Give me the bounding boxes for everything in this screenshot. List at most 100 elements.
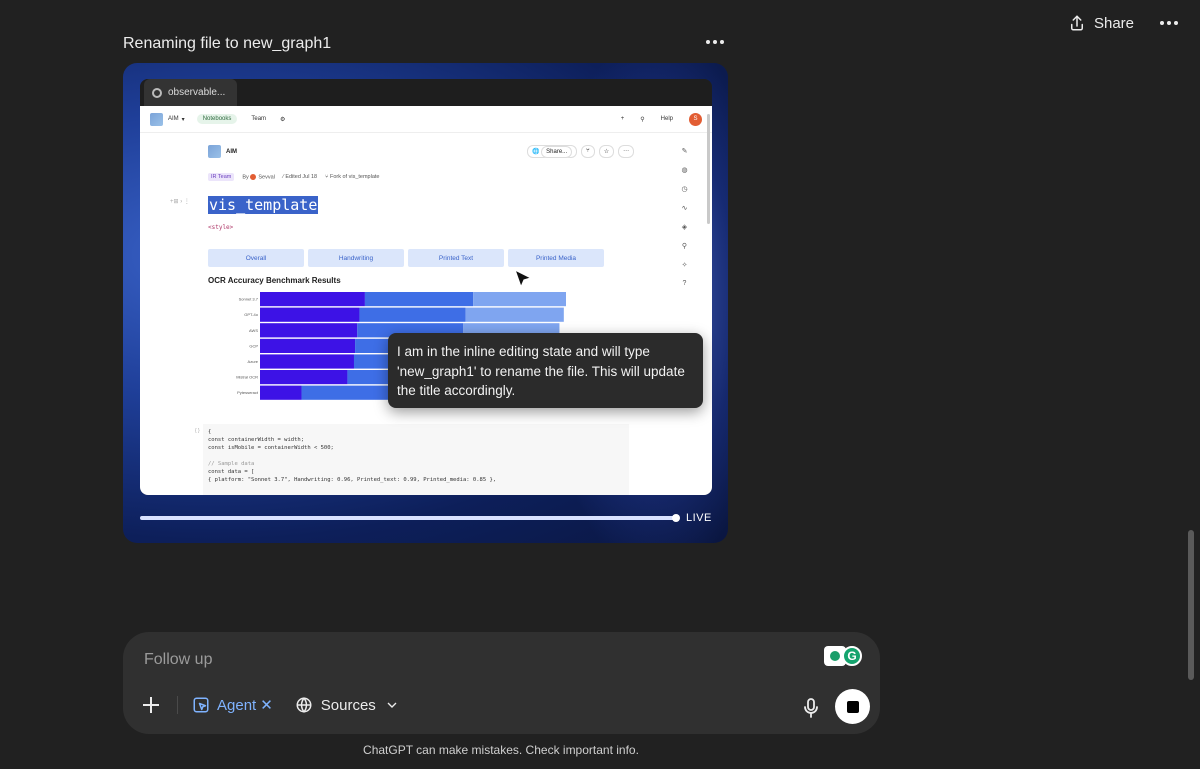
share-label: Share	[1093, 14, 1134, 32]
filter-tab-printed-media[interactable]: Printed Media	[508, 249, 604, 267]
notebook-header: AIM	[208, 145, 237, 158]
share-button[interactable]: Share	[1068, 14, 1134, 32]
live-progress-bar[interactable]	[140, 514, 680, 522]
search-icon[interactable]: ⚲	[640, 116, 644, 123]
author-line: By Sevval	[242, 173, 275, 181]
sources-dropdown[interactable]: Sources	[295, 696, 400, 714]
pin-icon[interactable]: ✎	[680, 146, 689, 155]
notebook-logo-icon	[208, 145, 221, 158]
chart-bar-segment[interactable]	[260, 292, 365, 307]
help-link[interactable]: Help	[661, 116, 673, 122]
page-scrollbar[interactable]	[1188, 530, 1194, 680]
app-brand[interactable]: AIM	[168, 116, 179, 122]
code-line: const isMobile = containerWidth < 500;	[208, 445, 334, 451]
stop-icon	[846, 700, 859, 713]
live-browser-card: observable... AIM ▾ Notebooks Team ⚙ + ⚲…	[123, 63, 728, 543]
notebook-more-icon[interactable]: ···	[618, 145, 635, 158]
chart-category-label: Azure	[248, 359, 259, 364]
code-cell-gutter: { }	[195, 428, 200, 434]
link-icon[interactable]: ∿	[680, 203, 689, 212]
share-icon	[1070, 15, 1083, 31]
chart-bar-segment[interactable]	[260, 385, 302, 400]
viewport-scrollbar[interactable]	[707, 114, 710, 224]
task-more-button[interactable]	[702, 36, 728, 48]
app-navbar: AIM ▾ Notebooks Team ⚙ + ⚲ Help S	[140, 106, 712, 133]
chart-bar-segment[interactable]	[364, 292, 474, 307]
disclaimer: ChatGPT can make mistakes. Check importa…	[363, 743, 639, 757]
chart-bar-segment[interactable]	[465, 307, 564, 322]
browser-viewport[interactable]: AIM ▾ Notebooks Team ⚙ + ⚲ Help S AIM 🌐 …	[140, 106, 712, 495]
package-icon[interactable]: ◈	[680, 222, 689, 231]
author-name[interactable]: Sevval	[258, 174, 275, 180]
chart-bar-segment[interactable]	[359, 307, 466, 322]
nav-notebooks[interactable]: Notebooks	[196, 114, 238, 124]
add-icon[interactable]: +	[621, 116, 625, 122]
agent-chip[interactable]: Agent	[192, 696, 256, 714]
code-line: // Sample data	[208, 461, 255, 467]
microphone-icon[interactable]	[803, 698, 819, 718]
follow-up-input[interactable]	[144, 651, 744, 669]
author-avatar	[250, 173, 257, 180]
browser-tab-title: observable...	[168, 87, 226, 98]
edited-date: ⁄ Edited Jul 18	[282, 174, 318, 180]
globe-icon	[296, 697, 312, 713]
notebook-share-label: Share...	[541, 146, 573, 158]
filter-tab-handwriting[interactable]: Handwriting	[308, 249, 404, 267]
fork-icon[interactable]: ⑂	[581, 145, 595, 158]
history-icon[interactable]: ◷	[680, 184, 689, 193]
chart-bar-segment[interactable]	[260, 354, 354, 369]
filter-tabs: Overall Handwriting Printed Text Printed…	[208, 249, 604, 267]
chart-category-label: AWS	[249, 328, 258, 333]
chart-bar-segment[interactable]	[260, 323, 358, 338]
style-cell[interactable]: <style>	[208, 224, 233, 231]
fork-info[interactable]: ⑂ Fork of vis_template	[325, 174, 379, 180]
chart-category-label: Sonnet 3.7	[239, 297, 259, 302]
avatar[interactable]: S	[689, 112, 702, 126]
chevron-down-icon	[387, 702, 397, 708]
chart-category-label: Pytesseract	[237, 390, 259, 395]
add-attachment-button[interactable]	[141, 695, 161, 715]
chart-bar-segment[interactable]	[473, 292, 566, 307]
notebook-name: AIM	[226, 148, 237, 155]
sources-label: Sources	[320, 696, 376, 714]
notebook-share-button[interactable]: 🌐 Share...	[527, 145, 578, 158]
notebook-title-editor[interactable]: vis_template	[208, 196, 319, 214]
chart-bar-segment[interactable]	[260, 307, 360, 322]
code-line: {	[208, 429, 212, 435]
filter-tab-printed-text[interactable]: Printed Text	[408, 249, 504, 267]
stop-button[interactable]	[835, 689, 870, 724]
sparkle-icon[interactable]: ✧	[680, 260, 689, 269]
grammarly-icon[interactable]: G	[824, 646, 862, 666]
cell-gutter-icon[interactable]: +⊞ › ⋮	[170, 198, 190, 205]
agent-tooltip: I am in the inline editing state and wil…	[388, 333, 703, 408]
browser-tab[interactable]: observable...	[144, 79, 237, 106]
right-rail: ✎ ◍ ◷ ∿ ◈ ⚲ ✧ ?	[680, 146, 689, 288]
code-line: { platform: "Sonnet 3.7", Handwriting: 0…	[208, 477, 497, 483]
browser-window: observable... AIM ▾ Notebooks Team ⚙ + ⚲…	[140, 79, 712, 495]
by-label: By	[242, 174, 249, 181]
composer-tools: Agent ✕ Sources	[141, 695, 400, 715]
database-icon[interactable]: ◍	[680, 165, 689, 174]
code-cell[interactable]: {const containerWidth = width; const isMo…	[203, 424, 629, 495]
agent-icon	[193, 697, 209, 713]
divider	[177, 696, 178, 714]
notebook-actions: 🌐 Share... ⑂ ☆ ···	[527, 145, 635, 158]
agent-label: Agent	[217, 696, 257, 714]
nav-team[interactable]: Team	[251, 116, 266, 122]
chart-bar-segment[interactable]	[260, 370, 348, 385]
more-options-button[interactable]	[1156, 17, 1182, 29]
filter-tab-overall[interactable]: Overall	[208, 249, 304, 267]
rail-search-icon[interactable]: ⚲	[680, 241, 689, 250]
chart-category-label: GCP	[249, 343, 258, 348]
help-circle-icon[interactable]: ?	[680, 279, 689, 288]
team-badge[interactable]: IR Team	[208, 173, 235, 181]
chart-category-label: Mistral OCR	[236, 375, 258, 380]
chart-bar-segment[interactable]	[301, 385, 400, 400]
remove-agent-button[interactable]: ✕	[260, 696, 273, 714]
chevron-down-icon: ▾	[181, 116, 185, 123]
star-icon[interactable]: ☆	[598, 145, 615, 158]
progress-knob[interactable]	[672, 514, 680, 522]
settings-icon[interactable]: ⚙	[280, 116, 285, 123]
chart-bar-segment[interactable]	[260, 338, 356, 353]
